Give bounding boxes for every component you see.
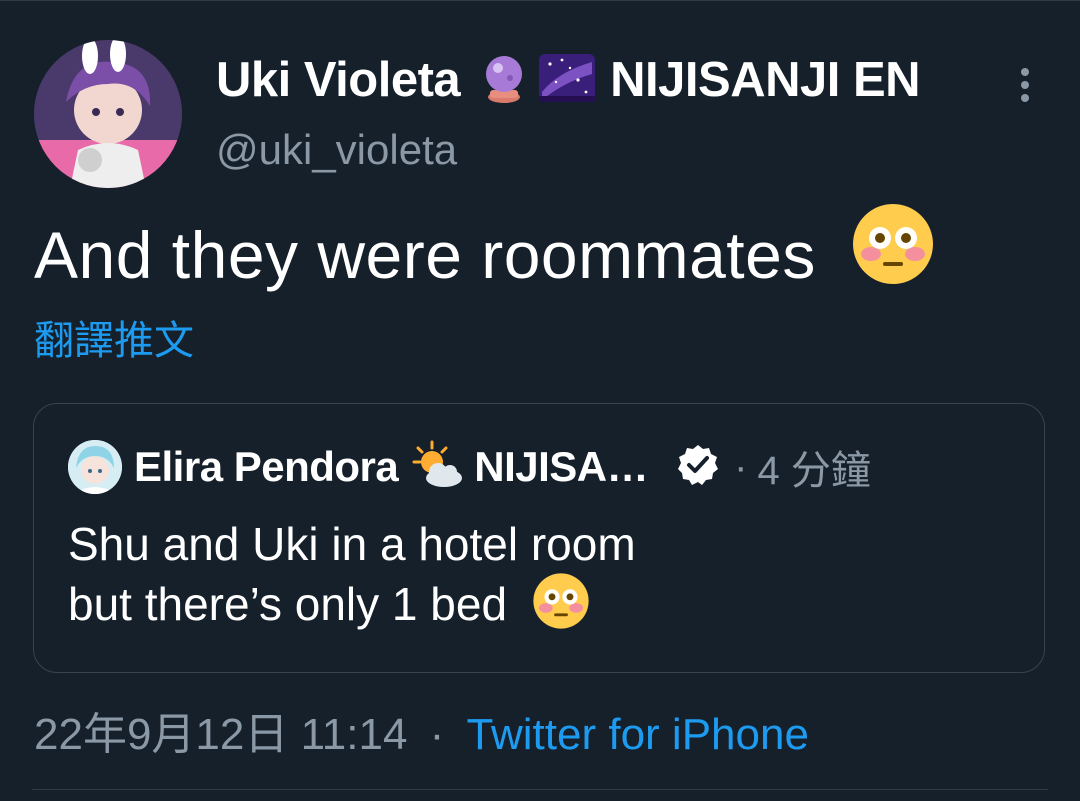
flushed-face-emoji-icon [851, 202, 935, 301]
author-handle[interactable]: @uki_violeta [216, 126, 457, 174]
verified-badge-icon [676, 443, 720, 492]
author-name-row[interactable]: Uki Violeta NIJISANJI EN [216, 46, 921, 114]
translate-tweet-link[interactable]: 翻譯推文 [34, 308, 194, 366]
tweet-source-link[interactable]: Twitter for iPhone [467, 710, 809, 759]
quoted-text: Shu and Uki in a hotel room but there’s … [68, 516, 636, 642]
quoted-separator: · [734, 444, 748, 489]
tweet-text: And they were roommates [34, 202, 935, 301]
sun-behind-cloud-emoji-icon [412, 440, 464, 495]
author-brand: NIJISANJI EN [610, 53, 921, 107]
tweet-text-content: And they were roommates [34, 218, 816, 292]
quoted-brand: NIJISA… [474, 443, 649, 490]
quoted-text-line: but there’s only 1 bed [68, 572, 636, 642]
author-avatar[interactable] [34, 40, 182, 188]
quoted-display-name[interactable]: Elira Pendora [134, 443, 399, 491]
quoted-tweet-card[interactable]: Elira Pendora NIJISA… · 4 分鐘 Shu and Uki… [33, 403, 1045, 673]
quoted-text-line: Shu and Uki in a hotel room [68, 518, 636, 570]
crystal-ball-emoji-icon [478, 52, 530, 109]
milky-way-emoji-icon [538, 52, 596, 109]
flushed-face-emoji-icon [532, 572, 590, 642]
more-options-icon[interactable] [1012, 64, 1038, 106]
quoted-time[interactable]: 4 分鐘 [757, 438, 870, 496]
meta-separator: · [429, 710, 445, 759]
quoted-header: Elira Pendora NIJISA… · 4 分鐘 [134, 438, 871, 496]
tweet-timestamp[interactable]: 22年9月12日 11:14 [34, 710, 407, 759]
quoted-author-avatar[interactable] [68, 440, 122, 494]
quoted-text-line-content: but there’s only 1 bed [68, 578, 508, 630]
top-divider [0, 0, 1080, 1]
bottom-divider [32, 789, 1048, 790]
tweet-meta: 22年9月12日 11:14 · Twitter for iPhone [34, 698, 809, 762]
author-display-name[interactable]: Uki Violeta [216, 52, 461, 108]
